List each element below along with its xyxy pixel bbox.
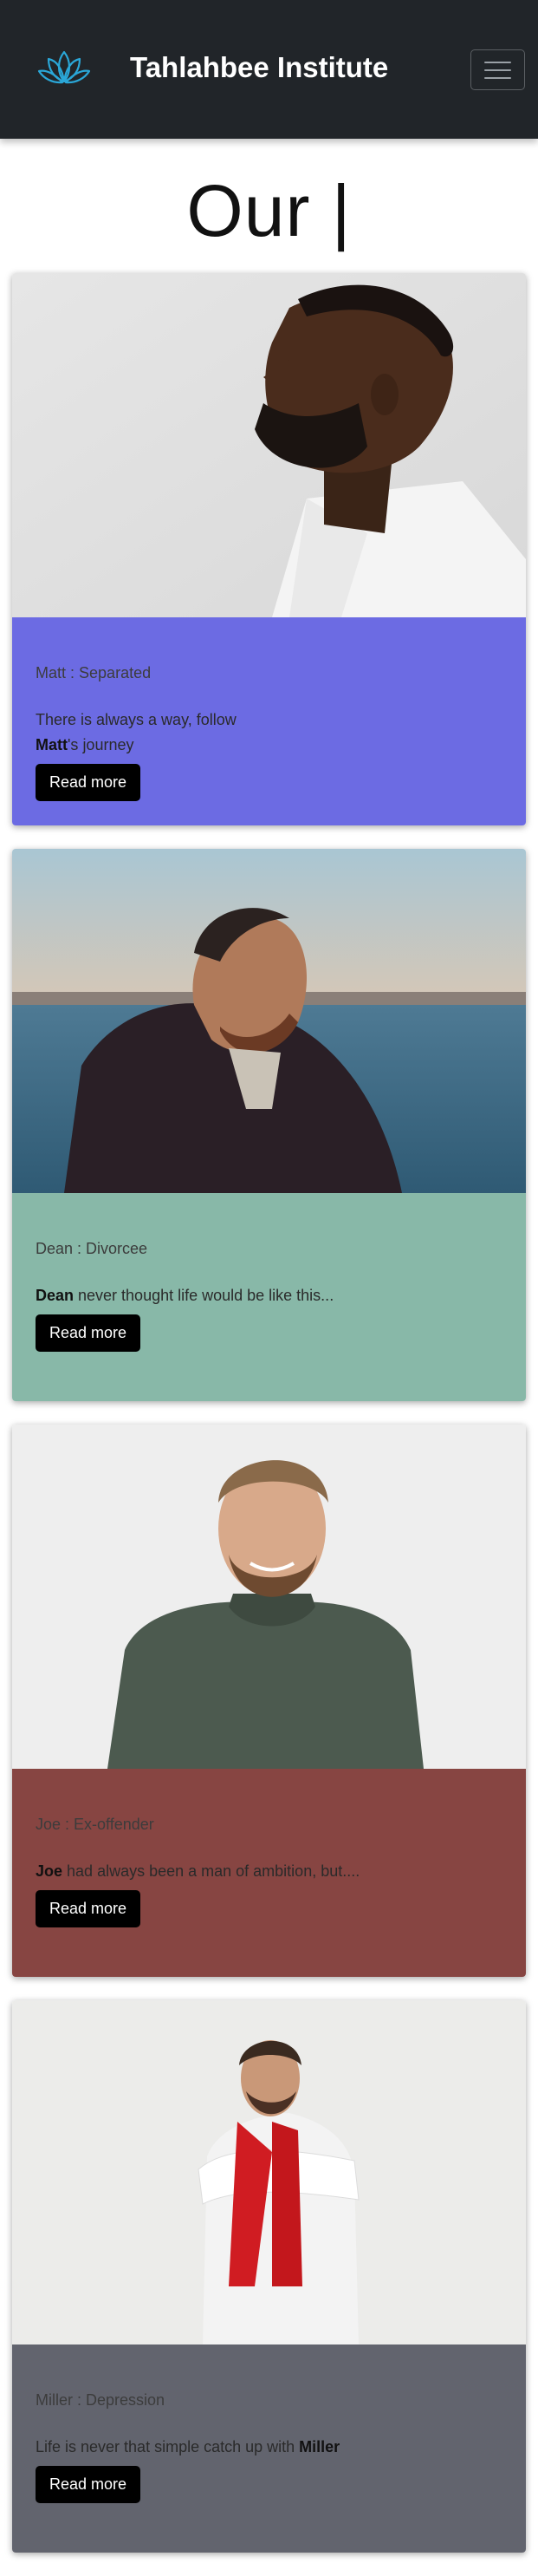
- hamburger-line: [484, 68, 511, 71]
- man-hugging-self-photo: [12, 2000, 526, 2344]
- read-more-button[interactable]: Read more: [36, 764, 141, 801]
- card-text: Life is never that simple catch up with …: [36, 2438, 340, 2455]
- read-more-button[interactable]: Read more: [36, 2466, 141, 2503]
- card-body: Dean : Divorcee Dean never thought life …: [12, 1193, 526, 1401]
- card-body: Matt : Separated There is always a way, …: [12, 617, 526, 825]
- read-more-button[interactable]: Read more: [36, 1890, 141, 1927]
- navbar-toggler-button[interactable]: [470, 49, 525, 90]
- story-card-matt: Matt : Separated There is always a way, …: [12, 273, 526, 825]
- card-subtitle: Dean : Divorcee: [36, 1240, 148, 1257]
- page-title: Our |: [186, 170, 352, 251]
- card-subtitle: Matt : Separated: [36, 664, 152, 681]
- heading-section: Our |: [0, 139, 538, 273]
- navbar: Tahlahbee Institute: [0, 0, 538, 139]
- card-subtitle: Miller : Depression: [36, 2391, 165, 2409]
- man-by-sea-photo: [12, 849, 526, 1193]
- card-body: Miller : Depression Life is never that s…: [12, 2344, 526, 2553]
- card-body: Joe : Ex-offender Joe had always been a …: [12, 1769, 526, 1977]
- card-subtitle: Joe : Ex-offender: [36, 1816, 154, 1833]
- man-profile-photo: [12, 273, 526, 617]
- card-text: Dean never thought life would be like th…: [36, 1287, 334, 1304]
- hamburger-line: [484, 61, 511, 63]
- read-more-button[interactable]: Read more: [36, 1314, 141, 1352]
- smiling-man-photo: [12, 1425, 526, 1769]
- lotus-icon[interactable]: [36, 47, 92, 88]
- story-card-dean: Dean : Divorcee Dean never thought life …: [12, 849, 526, 1401]
- card-text: There is always a way, follow Matt's jou…: [36, 711, 237, 753]
- brand-name[interactable]: Tahlahbee Institute: [130, 51, 388, 84]
- story-card-miller: Miller : Depression Life is never that s…: [12, 2000, 526, 2553]
- story-card-joe: Joe : Ex-offender Joe had always been a …: [12, 1425, 526, 1977]
- hamburger-line: [484, 76, 511, 79]
- card-text: Joe had always been a man of ambition, b…: [36, 1862, 360, 1880]
